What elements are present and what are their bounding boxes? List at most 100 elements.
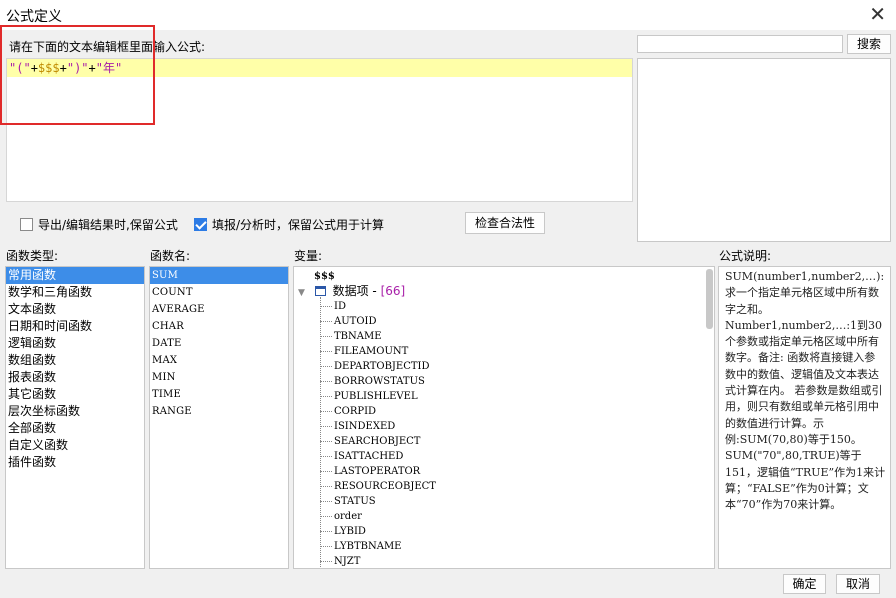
- variable-field-label: CORPID: [334, 406, 377, 417]
- fill-keep-formula-option[interactable]: 填报/分析时，保留公式用于计算: [194, 216, 384, 232]
- func-type-item[interactable]: 层次坐标函数: [6, 403, 144, 420]
- formula-line[interactable]: "("+$$$+")"+"年": [7, 59, 632, 77]
- func-type-item[interactable]: 文本函数: [6, 301, 144, 318]
- variable-field-label: LYBTBNAME: [334, 541, 402, 552]
- variable-field-item[interactable]: ISINDEXED: [320, 419, 395, 434]
- variable-field-label: LASTOPERATOR: [334, 466, 421, 477]
- description-label: 公式说明:: [719, 249, 772, 263]
- variable-field-label: RESOURCEOBJECT: [334, 481, 436, 492]
- func-type-item[interactable]: 数学和三角函数: [6, 284, 144, 301]
- variable-field-label: SEARCHOBJECT: [334, 436, 421, 447]
- func-type-item[interactable]: 全部函数: [6, 420, 144, 437]
- func-name-item[interactable]: MIN: [150, 369, 288, 386]
- tree-connector: [320, 561, 332, 562]
- variable-field-label: NJZT: [334, 556, 361, 567]
- export-keep-formula-option[interactable]: 导出/编辑结果时,保留公式: [20, 216, 178, 232]
- variable-field-item[interactable]: STATUS: [320, 494, 376, 509]
- func-name-item[interactable]: RANGE: [150, 403, 288, 420]
- variable-field-label: DEPARTOBJECTID: [334, 361, 430, 372]
- variable-field-item[interactable]: CORPID: [320, 404, 376, 419]
- export-keep-checkbox[interactable]: [20, 217, 33, 231]
- func-name-item[interactable]: TIME: [150, 386, 288, 403]
- func-name-list[interactable]: SUM COUNT AVERAGE CHAR DATE MAX MIN TIME…: [149, 266, 289, 569]
- formula-token: +: [59, 61, 67, 75]
- formula-token: "(": [9, 61, 31, 75]
- tree-connector: [320, 396, 332, 397]
- func-type-item[interactable]: 日期和时间函数: [6, 318, 144, 335]
- func-type-item[interactable]: 数组函数: [6, 352, 144, 369]
- fill-keep-checkbox[interactable]: [194, 217, 207, 231]
- variable-field-item[interactable]: SEARCHOBJECT: [320, 434, 420, 449]
- close-icon[interactable]: ✕: [869, 2, 886, 26]
- variable-field-item[interactable]: PUBLISHLEVEL: [320, 389, 418, 404]
- variable-field-item[interactable]: TBNAME: [320, 329, 382, 344]
- tree-connector: [320, 351, 332, 352]
- fill-keep-label: 填报/分析时，保留公式用于计算: [212, 217, 385, 232]
- variable-field-label: ID: [334, 301, 346, 312]
- variable-field-label: TBNAME: [334, 331, 382, 342]
- check-validity-button[interactable]: 检查合法性: [465, 212, 545, 234]
- search-input[interactable]: [637, 35, 843, 53]
- formula-editor[interactable]: "("+$$$+")"+"年": [6, 58, 633, 202]
- func-name-item[interactable]: SUM: [150, 267, 288, 284]
- ok-button[interactable]: 确定: [783, 574, 826, 594]
- tree-connector: [320, 381, 332, 382]
- variables-tree[interactable]: $$$ ▼ 数据项 - [66] ID AUTOID TBNAME FILEAMOUN…: [293, 266, 715, 569]
- cancel-button[interactable]: 取消: [836, 574, 880, 594]
- func-name-label: 函数名:: [150, 249, 191, 263]
- variable-group-label: 数据项: [332, 284, 369, 298]
- variable-root[interactable]: $$$: [314, 269, 335, 284]
- func-type-item[interactable]: 插件函数: [6, 454, 144, 471]
- tree-connector: [320, 516, 332, 517]
- variable-field-item[interactable]: order: [320, 509, 362, 524]
- func-name-item[interactable]: COUNT: [150, 284, 288, 301]
- tree-connector: [320, 411, 332, 412]
- variable-group[interactable]: ▼ 数据项 - [66]: [298, 284, 405, 299]
- window-title: 公式定义: [6, 9, 62, 25]
- variable-field-item[interactable]: LYBTBNAME: [320, 539, 401, 554]
- variable-field-label: PUBLISHLEVEL: [334, 391, 418, 402]
- func-type-item[interactable]: 自定义函数: [6, 437, 144, 454]
- formula-token: ")": [66, 61, 89, 75]
- tree-connector: [320, 366, 332, 367]
- tree-connector: [320, 456, 332, 457]
- export-keep-label: 导出/编辑结果时,保留公式: [38, 217, 178, 232]
- variable-field-item[interactable]: DEPARTOBJECTID: [320, 359, 430, 374]
- variable-field-item[interactable]: RESOURCEOBJECT: [320, 479, 436, 494]
- func-type-item[interactable]: 报表函数: [6, 369, 144, 386]
- formula-description: SUM(number1,number2,…): 求一个指定单元格区域中所有数字之…: [718, 266, 891, 569]
- formula-token: +: [30, 61, 38, 75]
- variable-group-count: [66]: [380, 284, 406, 298]
- variable-field-item[interactable]: BORROWSTATUS: [320, 374, 425, 389]
- func-name-item[interactable]: MAX: [150, 352, 288, 369]
- variable-field-label: BORROWSTATUS: [334, 376, 425, 387]
- formula-token: +: [88, 61, 96, 75]
- func-type-item[interactable]: 其它函数: [6, 386, 144, 403]
- variables-label: 变量:: [294, 249, 323, 263]
- func-type-item[interactable]: 常用函数: [6, 267, 144, 284]
- variable-field-item[interactable]: NJZT: [320, 554, 361, 568]
- variable-group-dash: -: [372, 284, 381, 298]
- func-name-item[interactable]: CHAR: [150, 318, 288, 335]
- variable-field-item[interactable]: LASTOPERATOR: [320, 464, 420, 479]
- tree-connector: [320, 486, 332, 487]
- chevron-down-icon[interactable]: ▼: [298, 288, 305, 298]
- variable-field-item[interactable]: AUTOID: [320, 314, 377, 329]
- func-type-list[interactable]: 常用函数 数学和三角函数 文本函数 日期和时间函数 逻辑函数 数组函数 报表函数…: [5, 266, 145, 569]
- variable-field-item[interactable]: FILEAMOUNT: [320, 344, 408, 359]
- tree-connector-line: [320, 297, 321, 568]
- func-name-item[interactable]: AVERAGE: [150, 301, 288, 318]
- variable-field-label: ISATTACHED: [334, 451, 404, 462]
- search-button[interactable]: 搜索: [847, 34, 891, 54]
- variables-scrollbar[interactable]: [706, 269, 713, 329]
- variable-field-item[interactable]: ID: [320, 299, 346, 314]
- func-name-item[interactable]: DATE: [150, 335, 288, 352]
- formula-token: "年": [95, 61, 123, 75]
- tree-connector: [320, 531, 332, 532]
- table-icon: [314, 286, 326, 296]
- variable-field-label: STATUS: [334, 496, 376, 507]
- func-type-item[interactable]: 逻辑函数: [6, 335, 144, 352]
- variable-field-label: AUTOID: [334, 316, 377, 327]
- variable-field-item[interactable]: LYBID: [320, 524, 366, 539]
- variable-field-item[interactable]: ISATTACHED: [320, 449, 403, 464]
